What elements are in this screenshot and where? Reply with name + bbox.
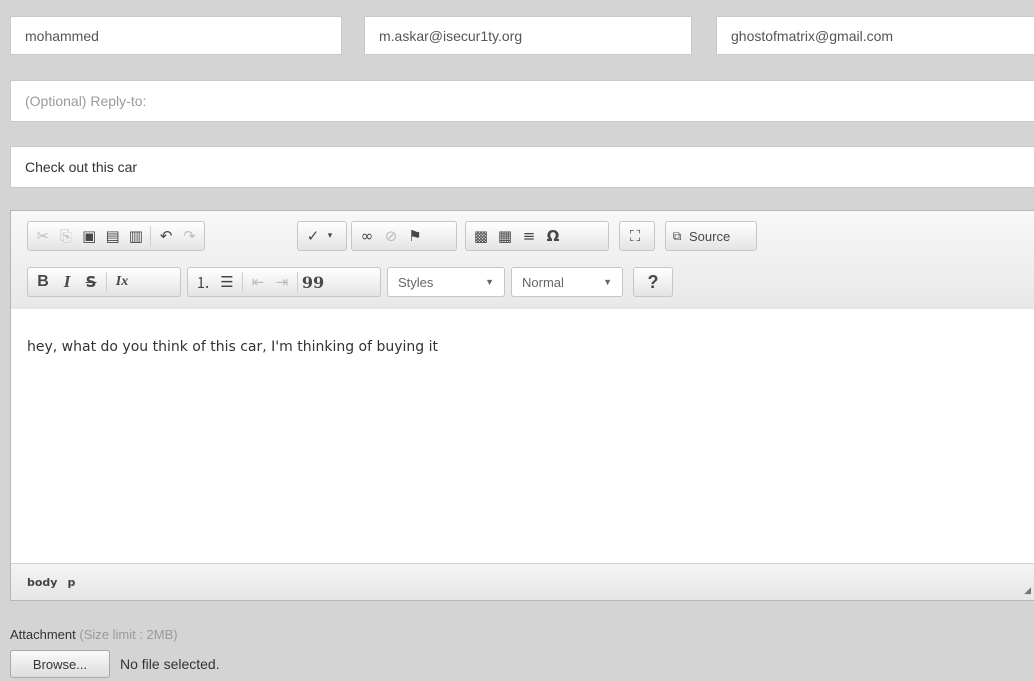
chevron-down-icon[interactable]: ▾ bbox=[325, 224, 335, 248]
subject-field[interactable]: Check out this car bbox=[10, 146, 1034, 188]
blockquote-icon[interactable]: 99 bbox=[301, 270, 325, 294]
source-label: Source bbox=[689, 228, 731, 244]
numbered-list-icon[interactable]: ⒈ bbox=[191, 270, 215, 294]
help-icon: ? bbox=[647, 271, 659, 292]
path-item-p[interactable]: p bbox=[67, 576, 75, 589]
clipboard-group: ✂ ⎘ ▣ ▤ ▥ ↶ ↷ bbox=[27, 221, 205, 251]
basic-style-group: B I S Ix bbox=[27, 267, 181, 297]
paragraph-group: ⒈ ☰ ⇤ ⇥ 99 bbox=[187, 267, 381, 297]
help-button[interactable]: ? bbox=[633, 267, 673, 297]
chevron-down-icon: ▼ bbox=[603, 277, 612, 287]
bulleted-list-icon[interactable]: ☰ bbox=[215, 270, 239, 294]
reply-to-field[interactable]: (Optional) Reply-to: bbox=[10, 80, 1034, 122]
editor-content-area[interactable]: hey, what do you think of this car, I'm … bbox=[11, 309, 1034, 563]
editor-toolbar: ✂ ⎘ ▣ ▤ ▥ ↶ ↷ ✓ ▾ ∞ ⊘ ⚑ ▩ ▦ ≡ Ω ⛶ ⧉ Sour… bbox=[11, 211, 1034, 310]
chevron-down-icon: ▼ bbox=[485, 277, 494, 287]
paste-icon[interactable]: ▣ bbox=[78, 224, 101, 248]
attachment-title: Attachment bbox=[10, 627, 76, 642]
indent-icon[interactable]: ⇥ bbox=[270, 270, 294, 294]
table-icon[interactable]: ▦ bbox=[493, 224, 517, 248]
link-icon[interactable]: ∞ bbox=[355, 224, 379, 248]
outdent-icon[interactable]: ⇤ bbox=[246, 270, 270, 294]
maximize-icon[interactable]: ⛶ bbox=[623, 224, 647, 248]
spellcheck-group: ✓ ▾ bbox=[297, 221, 347, 251]
remove-format-icon[interactable]: Ix bbox=[110, 270, 134, 294]
source-button[interactable]: ⧉ Source bbox=[665, 221, 757, 251]
resize-handle-icon[interactable]: ◢ bbox=[1024, 586, 1031, 596]
toolbar-separator bbox=[242, 272, 243, 292]
toolbar-separator bbox=[106, 272, 107, 292]
size-limit-note: (Size limit : 2MB) bbox=[79, 627, 178, 642]
paste-text-icon[interactable]: ▤ bbox=[101, 224, 124, 248]
paste-word-icon[interactable]: ▥ bbox=[124, 224, 147, 248]
source-icon: ⧉ bbox=[672, 228, 682, 243]
anchor-icon[interactable]: ⚑ bbox=[403, 224, 427, 248]
redo-icon[interactable]: ↷ bbox=[178, 224, 201, 248]
copy-icon[interactable]: ⎘ bbox=[54, 224, 77, 248]
element-path-bar: body p ◢ bbox=[11, 563, 1034, 600]
message-body-text: hey, what do you think of this car, I'm … bbox=[27, 339, 439, 355]
rich-text-editor: ✂ ⎘ ▣ ▤ ▥ ↶ ↷ ✓ ▾ ∞ ⊘ ⚑ ▩ ▦ ≡ Ω ⛶ ⧉ Sour… bbox=[10, 210, 1034, 601]
italic-icon[interactable]: I bbox=[55, 270, 79, 294]
insert-group: ▩ ▦ ≡ Ω bbox=[465, 221, 609, 251]
spellcheck-icon[interactable]: ✓ bbox=[301, 224, 325, 248]
unlink-icon[interactable]: ⊘ bbox=[379, 224, 403, 248]
path-item-body[interactable]: body bbox=[27, 576, 57, 589]
styles-label: Styles bbox=[398, 274, 434, 290]
format-label: Normal bbox=[522, 274, 564, 290]
browse-button[interactable]: Browse... bbox=[10, 650, 110, 678]
from-email-field[interactable]: m.askar@isecur1ty.org bbox=[364, 16, 692, 55]
cut-icon[interactable]: ✂ bbox=[31, 224, 54, 248]
special-char-icon[interactable]: Ω bbox=[541, 224, 565, 248]
bold-icon[interactable]: B bbox=[31, 270, 55, 294]
to-email-field[interactable]: ghostofmatrix@gmail.com bbox=[716, 16, 1034, 55]
toolbar-separator bbox=[150, 226, 152, 246]
name-field[interactable]: mohammed bbox=[10, 16, 342, 55]
horizontal-line-icon[interactable]: ≡ bbox=[517, 224, 541, 248]
styles-dropdown[interactable]: Styles ▼ bbox=[387, 267, 505, 297]
strikethrough-icon[interactable]: S bbox=[79, 270, 103, 294]
toolbar-separator bbox=[297, 272, 298, 292]
attachment-label: Attachment (Size limit : 2MB) bbox=[10, 627, 178, 642]
format-dropdown[interactable]: Normal ▼ bbox=[511, 267, 623, 297]
image-icon[interactable]: ▩ bbox=[469, 224, 493, 248]
undo-icon[interactable]: ↶ bbox=[154, 224, 177, 248]
file-status-text: No file selected. bbox=[120, 656, 220, 672]
maximize-group: ⛶ bbox=[619, 221, 655, 251]
link-group: ∞ ⊘ ⚑ bbox=[351, 221, 457, 251]
